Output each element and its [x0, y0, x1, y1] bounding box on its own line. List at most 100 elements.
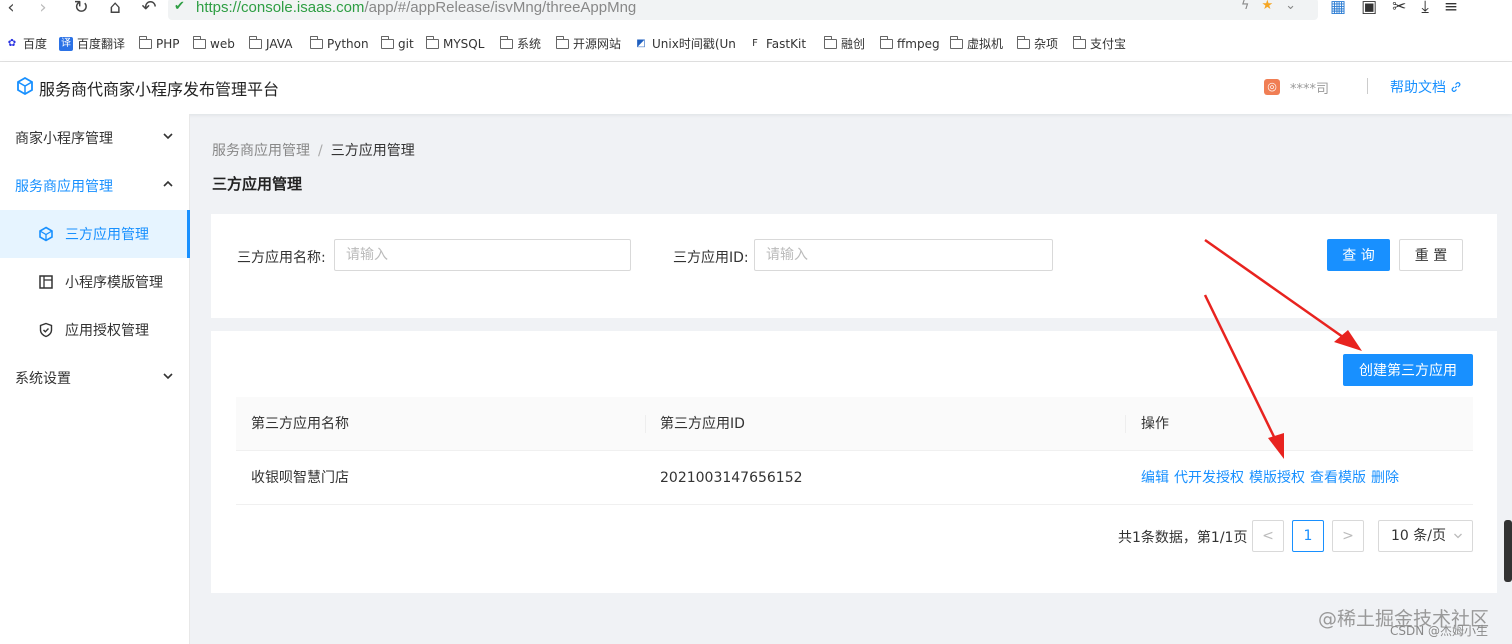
folder-icon — [1073, 36, 1086, 49]
page-size-select[interactable]: 10 条/页 — [1378, 520, 1473, 552]
breadcrumb-parent[interactable]: 服务商应用管理 — [212, 143, 310, 159]
scissors-icon[interactable]: ✂ — [1392, 0, 1421, 17]
breadcrumb: 服务商应用管理 / 三方应用管理 — [212, 140, 415, 160]
reset-button[interactable]: 重 置 — [1399, 239, 1463, 271]
create-third-party-app-button[interactable]: 创建第三方应用 — [1343, 354, 1473, 386]
table-row: 收银呗智慧门店 2021003147656152 编辑 代开发授权 模版授权 查看模版… — [236, 451, 1473, 505]
browser-chrome: ‹ › ↻ ⌂ ↶ ✔ https://console.isaas.com/ap… — [0, 0, 1512, 62]
cell-app-name: 收银呗智慧门店 — [251, 470, 349, 486]
scrollbar-handle[interactable] — [1504, 520, 1512, 582]
query-button[interactable]: 查 询 — [1327, 239, 1390, 271]
menu-isv-app[interactable]: 服务商应用管理 — [0, 162, 190, 210]
bookmark-item[interactable]: 融创 — [824, 33, 865, 55]
org-name[interactable]: ****司 — [1290, 78, 1329, 97]
address-bar-icons: ϟ★⌄ — [1241, 0, 1308, 13]
unix-icon: ◩ — [634, 37, 648, 51]
menu-system-settings-label: 系统设置 — [15, 371, 71, 387]
bookmark-label: 支付宝 — [1090, 37, 1127, 51]
cell-app-id: 2021003147656152 — [660, 470, 803, 486]
sidebar-item-third-party-app-label: 三方应用管理 — [65, 227, 149, 243]
next-page-button[interactable]: > — [1332, 520, 1364, 552]
bookmark-item[interactable]: F FastKit — [748, 33, 806, 55]
download-icon[interactable]: ⤓ — [1421, 0, 1444, 17]
home-icon[interactable]: ⌂ — [104, 0, 126, 19]
folder-icon — [426, 36, 439, 49]
bookmark-label: ffmpeg — [897, 37, 940, 51]
app-name-input[interactable] — [334, 239, 631, 271]
table-card: 创建第三方应用 第三方应用名称 第三方应用ID 操作 收银呗智慧门店 20210… — [211, 331, 1497, 593]
filter-card: 三方应用名称: 三方应用ID: 查 询 重 置 — [211, 214, 1497, 318]
windows-icon[interactable]: ▦ — [1330, 0, 1361, 17]
url-scheme: https:// — [196, 0, 242, 16]
breadcrumb-current: 三方应用管理 — [330, 143, 415, 159]
folder-icon — [310, 36, 323, 49]
prev-page-button[interactable]: < — [1252, 520, 1284, 552]
bookmark-item[interactable]: 虚拟机 — [950, 33, 1003, 55]
dev-auth-link[interactable]: 代开发授权 — [1174, 470, 1244, 486]
reload-icon[interactable]: ↻ — [70, 0, 92, 19]
bookmark-label: 杂项 — [1034, 37, 1059, 51]
url-path: /app/#/appRelease/isvMng/threeAppMng — [364, 0, 637, 16]
org-avatar[interactable]: ◎ — [1264, 79, 1280, 95]
folder-icon — [500, 36, 513, 49]
bookmark-item[interactable]: JAVA — [249, 33, 292, 55]
bookmark-label: FastKit — [766, 37, 807, 51]
watermark-csdn: CSDN @杰姆小生 — [1390, 624, 1489, 638]
qr-icon[interactable]: ▣ — [1361, 0, 1392, 17]
forward-icon[interactable]: › — [32, 0, 54, 19]
chevron-down-icon — [163, 373, 173, 380]
sidebar-item-third-party-app[interactable]: 三方应用管理 — [0, 210, 190, 258]
browser-toolbar: ‹ › ↻ ⌂ ↶ ✔ https://console.isaas.com/ap… — [0, 0, 1512, 22]
sidebar-item-template[interactable]: 小程序模版管理 — [0, 258, 190, 306]
bookmark-item[interactable]: 杂项 — [1017, 33, 1058, 55]
sidebar-item-app-auth-label: 应用授权管理 — [65, 323, 149, 339]
app-id-input[interactable] — [754, 239, 1053, 271]
url-text[interactable]: https://console.isaas.com/app/#/appRelea… — [196, 0, 636, 18]
bookmark-item[interactable]: PHP — [139, 33, 180, 55]
template-auth-link[interactable]: 模版授权 — [1249, 470, 1305, 486]
back-icon[interactable]: ‹ — [0, 0, 22, 19]
menu-icon[interactable]: ≡ — [1444, 0, 1473, 17]
bookmark-item[interactable]: 支付宝 — [1073, 33, 1126, 55]
table-header: 第三方应用名称 第三方应用ID 操作 — [236, 397, 1473, 451]
bookmark-item[interactable]: git — [381, 33, 414, 55]
menu-merchant-miniapp[interactable]: 商家小程序管理 — [0, 114, 190, 162]
page-1-button[interactable]: 1 — [1292, 520, 1324, 552]
bookmark-item[interactable]: 系统 — [500, 33, 541, 55]
delete-link[interactable]: 删除 — [1371, 470, 1399, 486]
bookmark-item[interactable]: 开源网站 — [556, 33, 621, 55]
help-docs-link[interactable]: 帮助文档 — [1390, 77, 1462, 97]
bookmark-item[interactable]: 译百度翻译 — [59, 33, 125, 55]
column-header-actions: 操作 — [1141, 416, 1169, 432]
bolt-icon[interactable]: ϟ — [1241, 0, 1262, 13]
chevron-down-icon[interactable]: ⌄ — [1285, 0, 1308, 13]
column-header-app-name: 第三方应用名称 — [251, 416, 349, 432]
bookmark-item[interactable]: ◩ Unix时间戳(Un — [634, 33, 736, 55]
bookmark-item[interactable]: ✿ 百度 — [5, 33, 47, 55]
bookmark-label: 虚拟机 — [967, 37, 1004, 51]
menu-system-settings[interactable]: 系统设置 — [0, 354, 190, 402]
shield-check-icon — [39, 322, 53, 338]
sidebar-item-app-auth[interactable]: 应用授权管理 — [0, 306, 190, 354]
sidebar-item-template-label: 小程序模版管理 — [65, 275, 163, 291]
header-divider — [1367, 78, 1368, 94]
view-template-link[interactable]: 查看模版 — [1310, 470, 1366, 486]
column-divider — [645, 415, 646, 433]
bookmark-item[interactable]: MYSQL — [426, 33, 484, 55]
star-icon[interactable]: ★ — [1261, 0, 1285, 13]
bookmark-label: 系统 — [517, 37, 542, 51]
cell-actions: 编辑 代开发授权 模版授权 查看模版 删除 — [1141, 451, 1404, 505]
column-divider — [1125, 415, 1126, 433]
folder-icon — [381, 36, 394, 49]
bookmark-item[interactable]: web — [193, 33, 235, 55]
app-header: 服务商代商家小程序发布管理平台 ◎ ****司 帮助文档 — [0, 62, 1512, 114]
bookmark-item[interactable]: Python — [310, 33, 369, 55]
link-icon — [1451, 82, 1461, 92]
address-bar[interactable]: ✔ https://console.isaas.com/app/#/appRel… — [168, 0, 1318, 20]
undo-icon[interactable]: ↶ — [138, 0, 160, 19]
edit-link[interactable]: 编辑 — [1141, 470, 1169, 486]
bookmark-label: 百度 — [23, 37, 48, 51]
bookmark-item[interactable]: ffmpeg — [880, 33, 940, 55]
bookmark-label: Unix时间戳(Un — [652, 37, 736, 51]
pagination-total: 共1条数据，第1/1页 — [1118, 530, 1248, 546]
